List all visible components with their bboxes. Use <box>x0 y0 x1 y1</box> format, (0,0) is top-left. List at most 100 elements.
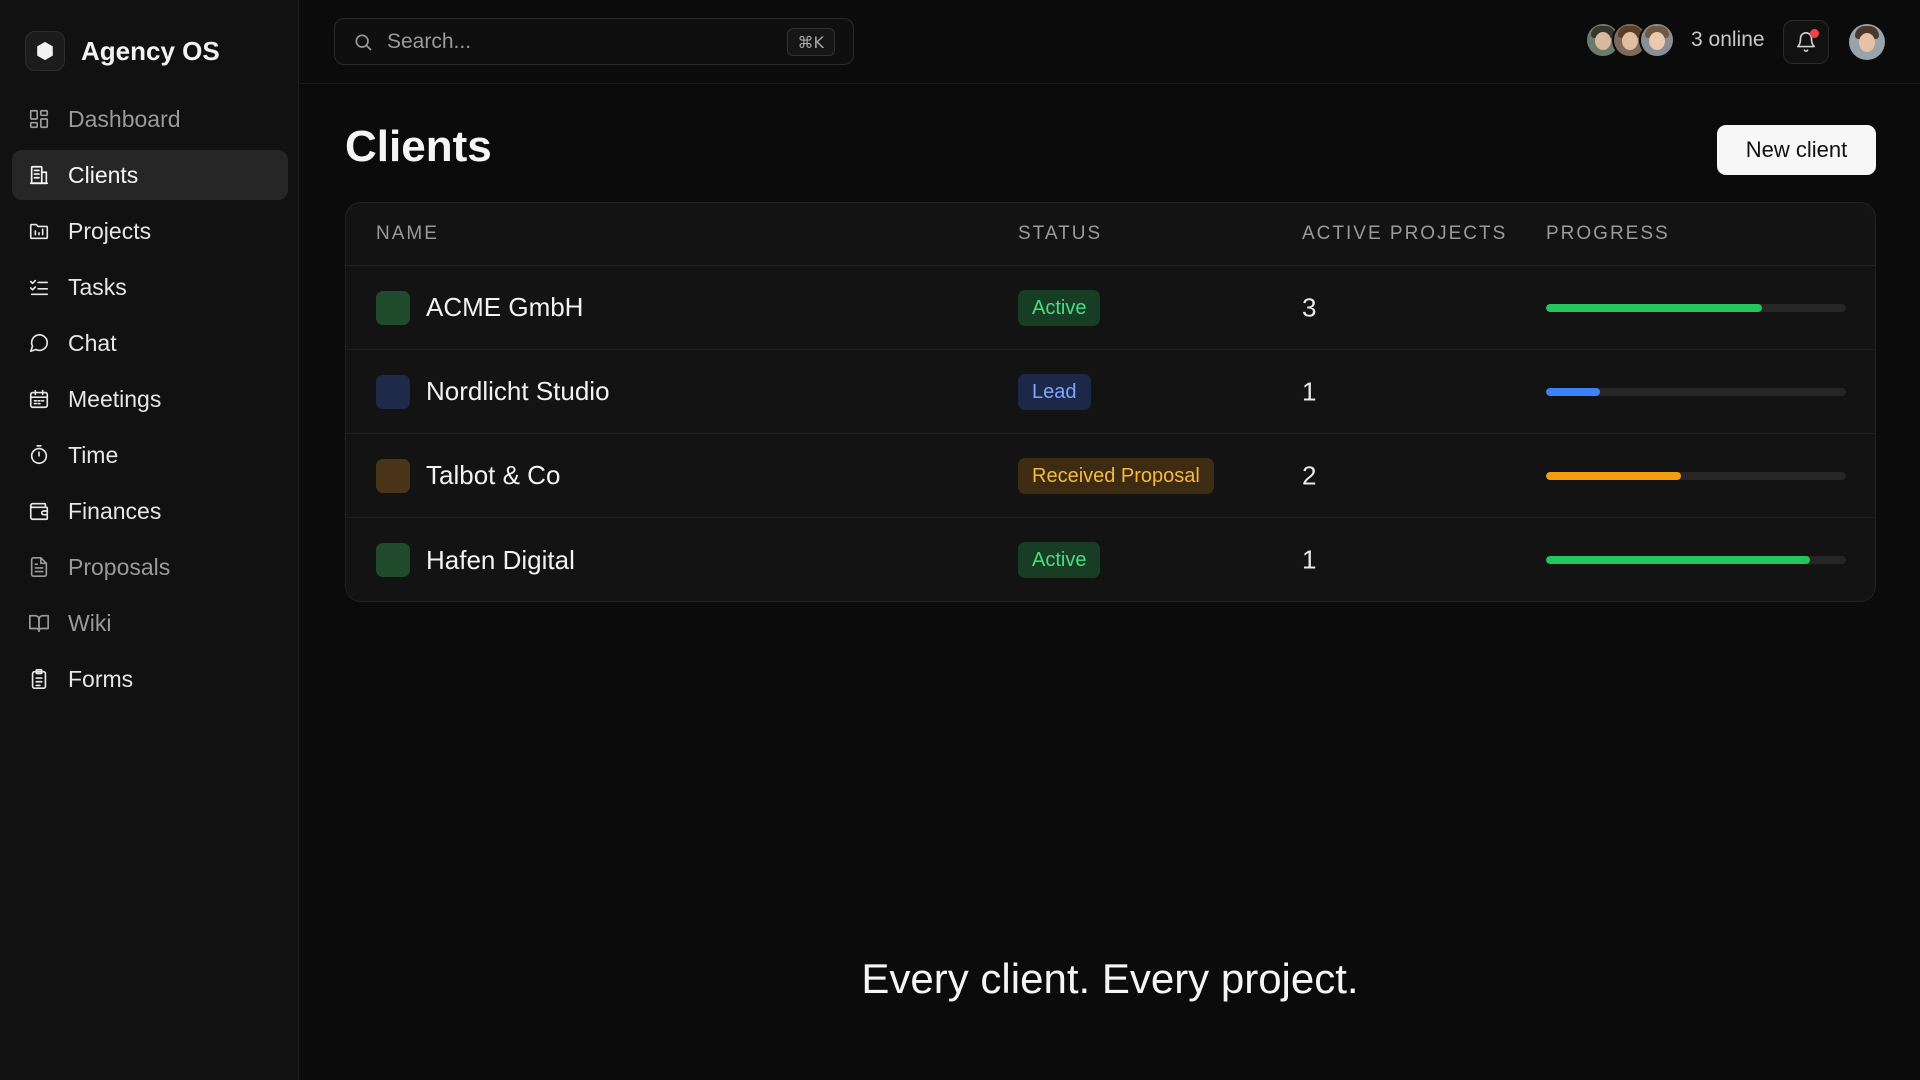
sidebar-item-label: Forms <box>68 665 134 692</box>
sidebar-item-dashboard[interactable]: Dashboard <box>12 94 288 144</box>
sidebar-item-proposals[interactable]: Proposals <box>12 542 288 592</box>
active-projects-cell: 2 <box>1302 460 1316 491</box>
clients-icon <box>28 164 50 186</box>
active-projects-cell: 3 <box>1302 292 1316 323</box>
avatar <box>1639 22 1675 58</box>
column-header-active-projects[interactable]: ACTIVE PROJECTS <box>1302 223 1507 245</box>
online-presence[interactable]: 3 online <box>1585 22 1765 58</box>
progress-cell <box>1546 387 1846 396</box>
column-header-progress[interactable]: PROGRESS <box>1546 223 1670 245</box>
sidebar-item-label: Wiki <box>68 609 112 636</box>
progress-cell <box>1546 556 1846 564</box>
active-projects-count: 1 <box>1302 544 1317 575</box>
sidebar-item-label: Clients <box>68 161 139 188</box>
table-header: NAME STATUS ACTIVE PROJECTS PROGRESS <box>346 203 1875 266</box>
shortcut-hint: ⌘K <box>786 28 835 56</box>
status-cell: Active <box>1018 542 1101 578</box>
notification-dot <box>1810 29 1819 38</box>
client-name: Nordlicht Studio <box>426 376 610 406</box>
online-avatars <box>1585 22 1675 58</box>
progress-fill <box>1546 471 1681 480</box>
sidebar-item-label: Finances <box>68 497 162 524</box>
sidebar-item-label: Tasks <box>68 273 127 300</box>
status-cell: Active <box>1018 289 1101 326</box>
column-header-status[interactable]: STATUS <box>1018 223 1102 245</box>
progress-bar <box>1546 556 1846 564</box>
table-row[interactable]: Talbot & Co Received Proposal 2 <box>346 434 1875 518</box>
calendar-icon <box>28 388 50 410</box>
dashboard-icon <box>28 108 50 130</box>
progress-fill <box>1546 556 1810 564</box>
brand[interactable]: Agency OS <box>25 30 220 72</box>
progress-fill <box>1546 387 1600 396</box>
book-icon <box>28 612 50 634</box>
active-projects-cell: 1 <box>1302 545 1316 576</box>
table-row[interactable]: ACME GmbH Active 3 <box>346 266 1875 350</box>
table-row[interactable]: Hafen Digital Active 1 <box>346 518 1875 601</box>
sidebar-item-label: Proposals <box>68 553 171 580</box>
sidebar-item-time[interactable]: Time <box>12 430 288 480</box>
tasks-icon <box>28 276 50 298</box>
progress-bar <box>1546 471 1846 480</box>
client-color-swatch <box>376 458 410 493</box>
sidebar: Agency OS Dashboard Clients Projects Tas… <box>0 0 299 1080</box>
user-avatar[interactable] <box>1849 24 1885 60</box>
column-header-name[interactable]: NAME <box>376 223 439 245</box>
client-name-cell: Hafen Digital <box>376 543 575 577</box>
new-client-button[interactable]: New client <box>1717 125 1876 175</box>
progress-cell <box>1546 471 1846 480</box>
status-badge: Received Proposal <box>1018 457 1214 494</box>
progress-bar <box>1546 303 1846 312</box>
sidebar-item-label: Meetings <box>68 385 162 412</box>
sidebar-item-clients[interactable]: Clients <box>12 150 288 200</box>
chat-icon <box>28 332 50 354</box>
search-input[interactable] <box>387 29 767 54</box>
client-name-cell: ACME GmbH <box>376 290 584 325</box>
active-projects-count: 2 <box>1302 460 1317 490</box>
sidebar-item-meetings[interactable]: Meetings <box>12 374 288 424</box>
sidebar-item-finances[interactable]: Finances <box>12 486 288 536</box>
sidebar-item-label: Dashboard <box>68 105 181 132</box>
sidebar-item-projects[interactable]: Projects <box>12 206 288 256</box>
document-icon <box>28 556 50 578</box>
clients-table: NAME STATUS ACTIVE PROJECTS PROGRESS ACM… <box>345 202 1876 602</box>
tagline: Every client. Every project. <box>861 955 1359 1002</box>
active-projects-count: 3 <box>1302 292 1317 322</box>
status-badge: Active <box>1018 542 1101 578</box>
topbar: ⌘K 3 online <box>300 0 1920 84</box>
client-name-cell: Nordlicht Studio <box>376 374 610 409</box>
stopwatch-icon <box>28 444 50 466</box>
status-cell: Lead <box>1018 373 1091 410</box>
sidebar-item-forms[interactable]: Forms <box>12 654 288 704</box>
notifications-button[interactable] <box>1783 20 1829 64</box>
client-name-cell: Talbot & Co <box>376 458 560 493</box>
progress-fill <box>1546 303 1762 312</box>
sidebar-item-label: Time <box>68 441 119 468</box>
progress-cell <box>1546 303 1846 312</box>
sidebar-item-label: Projects <box>68 217 152 244</box>
client-name: ACME GmbH <box>426 292 584 322</box>
status-badge: Lead <box>1018 373 1091 410</box>
client-color-swatch <box>376 374 410 409</box>
search-icon <box>355 34 372 50</box>
sidebar-item-wiki[interactable]: Wiki <box>12 598 288 648</box>
search-box[interactable]: ⌘K <box>334 18 854 65</box>
client-color-swatch <box>376 290 410 325</box>
sidebar-item-tasks[interactable]: Tasks <box>12 262 288 312</box>
wallet-icon <box>28 500 50 522</box>
active-projects-count: 1 <box>1302 376 1317 406</box>
table-row[interactable]: Nordlicht Studio Lead 1 <box>346 350 1875 434</box>
status-badge: Active <box>1018 289 1101 326</box>
sidebar-item-chat[interactable]: Chat <box>12 318 288 368</box>
progress-bar <box>1546 387 1846 396</box>
sidebar-nav: Dashboard Clients Projects Tasks Chat Me… <box>12 94 288 710</box>
client-name: Hafen Digital <box>426 544 575 575</box>
projects-icon <box>28 220 50 242</box>
brand-name: Agency OS <box>81 35 220 66</box>
active-projects-cell: 1 <box>1302 376 1316 407</box>
status-cell: Received Proposal <box>1018 457 1214 494</box>
page-title: Clients <box>345 122 492 171</box>
client-color-swatch <box>376 543 410 577</box>
clipboard-icon <box>28 668 50 690</box>
brand-logo-icon <box>25 31 65 71</box>
